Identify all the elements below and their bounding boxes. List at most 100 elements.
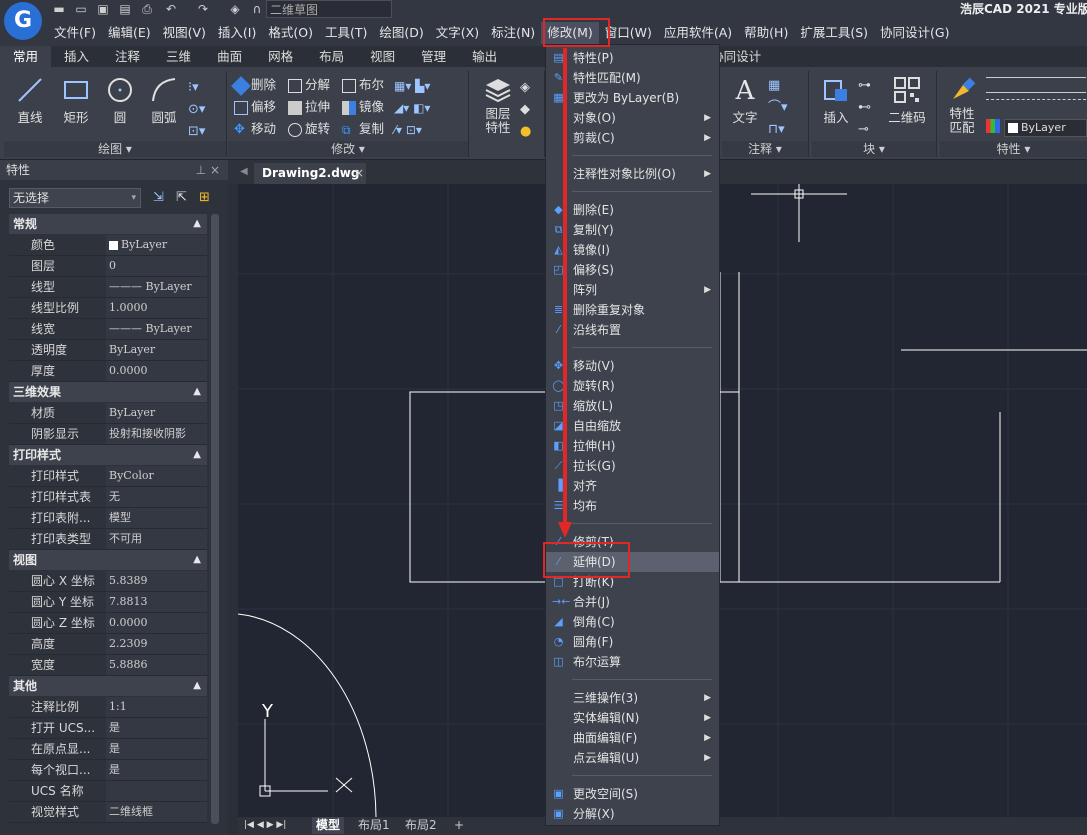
property-row[interactable]: 材质 ByLayer [9, 403, 207, 424]
color-select[interactable]: ByLayer [1004, 119, 1087, 137]
close-icon[interactable]: × [354, 163, 364, 184]
property-value[interactable]: 是 [106, 760, 207, 780]
app-logo-icon[interactable]: G [4, 2, 42, 40]
menu-item-3[interactable]: 插入(I) [212, 22, 262, 44]
property-value[interactable]: ——— ByLayer [106, 277, 207, 297]
circle-button[interactable]: 圆 [100, 75, 140, 126]
ribbon-tab-3[interactable]: 三维 [153, 46, 204, 67]
dropdown-item[interactable]: 点云编辑(U) ▶ [546, 748, 719, 768]
property-value[interactable]: ByColor [106, 466, 207, 486]
match-properties-button[interactable]: 特性匹配 [942, 75, 982, 135]
panel-pin-close-icon[interactable]: ⊥ × [196, 160, 220, 180]
section-header[interactable]: 常规 ▲ [9, 214, 207, 234]
property-value[interactable]: 0 [106, 256, 207, 276]
dropdown-item[interactable]: ▣ 分解(X) [546, 804, 719, 824]
property-row[interactable]: 厚度 0.0000 [9, 361, 207, 382]
draw-small-icons[interactable]: ⁝▾ ⊙▾ ⊡▾ [188, 77, 218, 139]
selection-dropdown[interactable]: 无选择 ▾ [9, 188, 141, 208]
redo-icon[interactable]: ↷ [196, 2, 210, 16]
property-row[interactable]: 在原点显... 是 [9, 739, 207, 760]
layer-small-icons[interactable]: ◈ ◆ ● [520, 77, 531, 143]
menu-item-7[interactable]: 文字(X) [430, 22, 485, 44]
dropdown-item[interactable]: 三维操作(3) ▶ [546, 688, 719, 708]
rotate-button[interactable]: 旋转 [288, 119, 330, 139]
property-row[interactable]: 线型比例 1.0000 [9, 298, 207, 319]
property-value[interactable]: 是 [106, 739, 207, 759]
save-icon[interactable]: ▣ [96, 2, 110, 16]
menu-item-11[interactable]: 应用软件(A) [658, 22, 738, 44]
property-row[interactable]: 颜色 ByLayer [9, 235, 207, 256]
quick-select-icon[interactable]: ⇲ [153, 190, 164, 205]
dropdown-item[interactable]: ◫ 布尔运算 [546, 652, 719, 672]
property-row[interactable]: 线型 ——— ByLayer [9, 277, 207, 298]
mirror-button[interactable]: 镜像 [342, 97, 384, 117]
property-value[interactable]: 不可用 [106, 529, 207, 549]
open-folder-icon[interactable]: ▭ [74, 2, 88, 16]
dropdown-item[interactable]: 实体编辑(N) ▶ [546, 708, 719, 728]
annotation-small-icons[interactable]: ▦ ⌒▾ ⊓▾ [768, 75, 788, 141]
property-value[interactable]: 模型 [106, 508, 207, 528]
property-row[interactable]: 打开 UCS... 是 [9, 718, 207, 739]
insert-block-button[interactable]: 插入 [818, 75, 854, 126]
property-row[interactable]: 圆心 X 坐标 5.8389 [9, 571, 207, 592]
property-row[interactable]: 打印样式 ByColor [9, 466, 207, 487]
workspace-select[interactable]: 二维草图 [266, 0, 392, 18]
property-value[interactable]: 二维线框 [106, 802, 207, 822]
menu-item-4[interactable]: 格式(O) [262, 22, 319, 44]
property-row[interactable]: UCS 名称 [9, 781, 207, 802]
property-row[interactable]: 视觉样式 二维线框 [9, 802, 207, 823]
move-button[interactable]: ✥ 移动 [234, 119, 276, 139]
menu-item-6[interactable]: 绘图(D) [373, 22, 429, 44]
headset-icon[interactable]: ∩ [250, 2, 264, 16]
section-header[interactable]: 三维效果 ▲ [9, 382, 207, 402]
property-value[interactable]: 5.8886 [106, 655, 207, 675]
copy-button[interactable]: ⧉ 复制 [342, 119, 384, 139]
annotation-group-label[interactable]: 注释 ▾ [722, 141, 808, 157]
undo-icon[interactable]: ↶ [164, 2, 178, 16]
ribbon-tab-4[interactable]: 曲面 [204, 46, 255, 67]
arc-button[interactable]: 圆弧 [144, 75, 184, 126]
property-row[interactable]: 圆心 Y 坐标 7.8813 [9, 592, 207, 613]
ribbon-tab-6[interactable]: 布局 [306, 46, 357, 67]
property-value[interactable]: 是 [106, 718, 207, 738]
text-button[interactable]: A 文字 [728, 75, 762, 126]
linetype-sample[interactable] [986, 99, 1086, 114]
property-value[interactable]: 0.0000 [106, 361, 207, 381]
menu-item-8[interactable]: 标注(N) [485, 22, 541, 44]
menu-item-5[interactable]: 工具(T) [319, 22, 373, 44]
layout-nav-arrows-icon[interactable]: |◀ ◀ ▶ ▶| [240, 817, 290, 834]
dropdown-item[interactable]: ▣ 更改空间(S) [546, 784, 719, 804]
ribbon-tab-1[interactable]: 插入 [51, 46, 102, 67]
tab-layout2[interactable]: 布局2 [401, 817, 441, 834]
dropdown-item[interactable]: ◔ 圆角(F) [546, 632, 719, 652]
select-objects-icon[interactable]: ⇱ [176, 190, 187, 205]
property-row[interactable]: 打印样式表无 [9, 487, 207, 508]
menu-item-2[interactable]: 视图(V) [157, 22, 212, 44]
boolean-button[interactable]: 布尔 [342, 75, 384, 95]
property-value[interactable] [106, 781, 207, 801]
property-row[interactable]: 线宽 ——— ByLayer [9, 319, 207, 340]
modify-small-icons[interactable]: ▦▾ ▙▾ ◢▾ ◧▾ ⁄▾ ⊡▾ [394, 75, 464, 141]
property-value[interactable]: 5.8389 [106, 571, 207, 591]
color-palette-icon[interactable] [986, 119, 1000, 133]
offset-button[interactable]: 偏移 [234, 97, 276, 117]
section-header[interactable]: 视图 ▲ [9, 550, 207, 570]
ribbon-tab-9[interactable]: 输出 [459, 46, 510, 67]
menu-item-13[interactable]: 扩展工具(S) [794, 22, 874, 44]
stretch-button[interactable]: 拉伸 [288, 97, 330, 117]
property-row[interactable]: 注释比例 1:1 [9, 697, 207, 718]
property-row[interactable]: 打印表类型 不可用 [9, 529, 207, 550]
property-row[interactable]: 宽度 5.8886 [9, 655, 207, 676]
tab-layout1[interactable]: 布局1 [354, 817, 394, 834]
menu-item-12[interactable]: 帮助(H) [738, 22, 794, 44]
properties-group-label[interactable]: 特性 ▾ [940, 141, 1087, 157]
dropdown-item[interactable]: 曲面编辑(F) ▶ [546, 728, 719, 748]
collapse-icon[interactable]: ▲ [193, 445, 201, 465]
property-value[interactable]: 0.0000 [106, 613, 207, 633]
modify-group-label[interactable]: 修改 ▾ [228, 141, 468, 157]
menu-item-1[interactable]: 编辑(E) [102, 22, 157, 44]
property-value[interactable]: ——— ByLayer [106, 319, 207, 339]
property-value[interactable]: 1.0000 [106, 298, 207, 318]
property-value[interactable]: 无 [106, 487, 207, 507]
property-value[interactable]: 7.8813 [106, 592, 207, 612]
